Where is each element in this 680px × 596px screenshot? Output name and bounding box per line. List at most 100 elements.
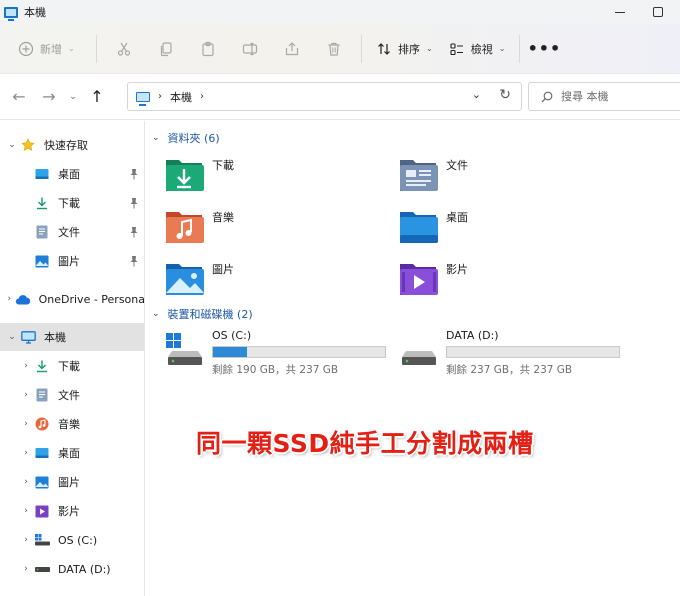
sidebar-item-label: OS (C:) [58, 533, 98, 547]
chevron-down-icon[interactable]: ⌄ [4, 332, 20, 342]
chevron-down-icon[interactable]: ⌄ [4, 140, 20, 150]
desktop-icon [34, 445, 50, 461]
folder-name: 影片 [446, 263, 468, 276]
more-options-button[interactable]: ••• [526, 33, 562, 65]
view-button-label: 檢視 [470, 42, 493, 56]
drive-usage-bar [446, 346, 620, 358]
pin-icon[interactable] [129, 255, 139, 267]
folder-tile-downloads[interactable]: 下載 [164, 154, 364, 196]
forward-button[interactable]: → [34, 82, 64, 112]
sidebar-item-onedrive[interactable]: › OneDrive - Persona [0, 285, 145, 313]
paste-button[interactable] [187, 33, 229, 65]
address-history-dropdown-icon[interactable]: ⌄ [472, 88, 481, 101]
folders-section-header[interactable]: ⌄ 資料夾 (6) [152, 130, 220, 146]
content-pane: ⌄ 資料夾 (6) 下載 文件 音樂 桌面 圖片 影片 ⌄ 裝置和磁碟機 (2)… [146, 121, 680, 596]
drive-tile-d[interactable]: DATA (D:) 剩餘 237 GB，共 237 GB [400, 329, 635, 377]
search-box[interactable] [528, 82, 680, 111]
sidebar-item-desktop[interactable]: 桌面 [0, 160, 144, 188]
sidebar-item-pc-downloads[interactable]: › 下載 [0, 352, 144, 380]
chevron-right-icon[interactable]: › [18, 390, 34, 400]
copy-button[interactable] [145, 33, 187, 65]
chevron-right-icon[interactable]: › [18, 506, 34, 516]
picture-icon [34, 253, 50, 269]
sidebar-item-pc-drive-d[interactable]: › DATA (D:) [0, 555, 144, 583]
sidebar-item-label: 文件 [58, 226, 80, 239]
folder-tile-desktop[interactable]: 桌面 [398, 206, 598, 248]
chevron-down-icon[interactable]: ⌄ [152, 133, 160, 143]
breadcrumb-chevron-icon[interactable]: › [158, 91, 162, 102]
chevron-right-icon[interactable]: › [18, 564, 34, 574]
sidebar-item-pc-music[interactable]: › 音樂 [0, 410, 144, 438]
address-bar[interactable]: › 本機 › ⌄ ↻ [127, 82, 522, 111]
chevron-down-icon[interactable]: ⌄ [152, 309, 160, 319]
clipboard-icon [202, 41, 214, 56]
breadcrumb-chevron-icon[interactable]: › [200, 91, 204, 102]
copy-icon [160, 41, 172, 56]
minimize-button[interactable] [600, 0, 640, 24]
chevron-right-icon[interactable]: › [18, 535, 34, 545]
drive-name: OS (C:) [212, 329, 252, 342]
arrow-right-icon: → [42, 87, 56, 106]
maximize-button[interactable] [638, 0, 678, 24]
chevron-right-icon[interactable]: › [4, 294, 15, 304]
sidebar-item-downloads[interactable]: 下載 [0, 189, 144, 217]
folder-name: 音樂 [212, 211, 234, 224]
rename-icon [242, 42, 258, 55]
share-button[interactable] [271, 33, 313, 65]
sort-button[interactable]: 排序 ⌄ [368, 33, 441, 65]
drives-section-header[interactable]: ⌄ 裝置和磁碟機 (2) [152, 306, 253, 322]
chevron-right-icon[interactable]: › [18, 361, 34, 371]
refresh-icon[interactable]: ↻ [499, 87, 511, 103]
rename-button[interactable] [229, 33, 271, 65]
folder-tile-documents[interactable]: 文件 [398, 154, 598, 196]
search-input[interactable] [561, 90, 671, 103]
chevron-right-icon[interactable]: › [18, 419, 34, 429]
folder-tile-videos[interactable]: 影片 [398, 258, 598, 300]
sidebar-item-pictures[interactable]: 圖片 [0, 247, 144, 275]
sidebar-item-label: 圖片 [58, 476, 80, 489]
video-icon [34, 503, 50, 519]
pictures-folder-icon [166, 264, 204, 295]
sidebar-item-label: 音樂 [58, 418, 80, 431]
folder-tile-pictures[interactable]: 圖片 [164, 258, 364, 300]
view-button[interactable]: 檢視 ⌄ [441, 33, 514, 65]
sort-button-label: 排序 [398, 42, 420, 56]
search-icon [541, 91, 553, 102]
drive-tile-c[interactable]: OS (C:) 剩餘 190 GB，共 237 GB [166, 329, 401, 377]
folder-name: 圖片 [212, 263, 234, 276]
music-folder-icon [166, 212, 204, 243]
sidebar-item-label: OneDrive - Persona [38, 292, 145, 306]
cut-button[interactable] [103, 33, 145, 65]
sidebar-item-this-pc[interactable]: ⌄ 本機 [0, 323, 144, 351]
sidebar-item-pc-desktop[interactable]: › 桌面 [0, 439, 144, 467]
folder-tile-music[interactable]: 音樂 [164, 206, 364, 248]
sidebar-item-quick-access[interactable]: ⌄ 快速存取 [0, 131, 144, 159]
up-button[interactable]: ↑ [82, 82, 112, 112]
recent-locations-button[interactable]: ⌄ [64, 82, 82, 112]
downloads-folder-icon [166, 160, 204, 191]
delete-button[interactable] [313, 33, 355, 65]
more-icon: ••• [527, 39, 562, 58]
pin-icon[interactable] [129, 226, 139, 238]
chevron-right-icon[interactable]: › [18, 448, 34, 458]
maximize-icon [653, 7, 663, 17]
breadcrumb-this-pc[interactable]: 本機 [170, 89, 192, 105]
sidebar-item-documents[interactable]: 文件 [0, 218, 144, 246]
sidebar-item-pc-documents[interactable]: › 文件 [0, 381, 144, 409]
address-row: ← → ⌄ ↑ › 本機 › ⌄ ↻ [0, 74, 680, 120]
sidebar-item-pc-drive-c[interactable]: › OS (C:) [0, 526, 144, 554]
sidebar-item-pc-pictures[interactable]: › 圖片 [0, 468, 144, 496]
chevron-down-icon: ⌄ [498, 44, 506, 53]
chevron-down-icon: ⌄ [69, 91, 77, 102]
sidebar-item-pc-videos[interactable]: › 影片 [0, 497, 144, 525]
new-button-label: 新增 [40, 42, 62, 56]
pin-icon[interactable] [129, 168, 139, 180]
folder-name: 下載 [212, 159, 234, 172]
annotation-caption: 同一顆SSD純手工分割成兩槽 [196, 429, 534, 458]
new-button[interactable]: 新增 ⌄ [14, 33, 90, 65]
chevron-right-icon[interactable]: › [18, 477, 34, 487]
pin-icon[interactable] [129, 197, 139, 209]
toolbar-separator [519, 34, 521, 63]
sort-icon [378, 42, 390, 55]
back-button[interactable]: ← [4, 82, 34, 112]
